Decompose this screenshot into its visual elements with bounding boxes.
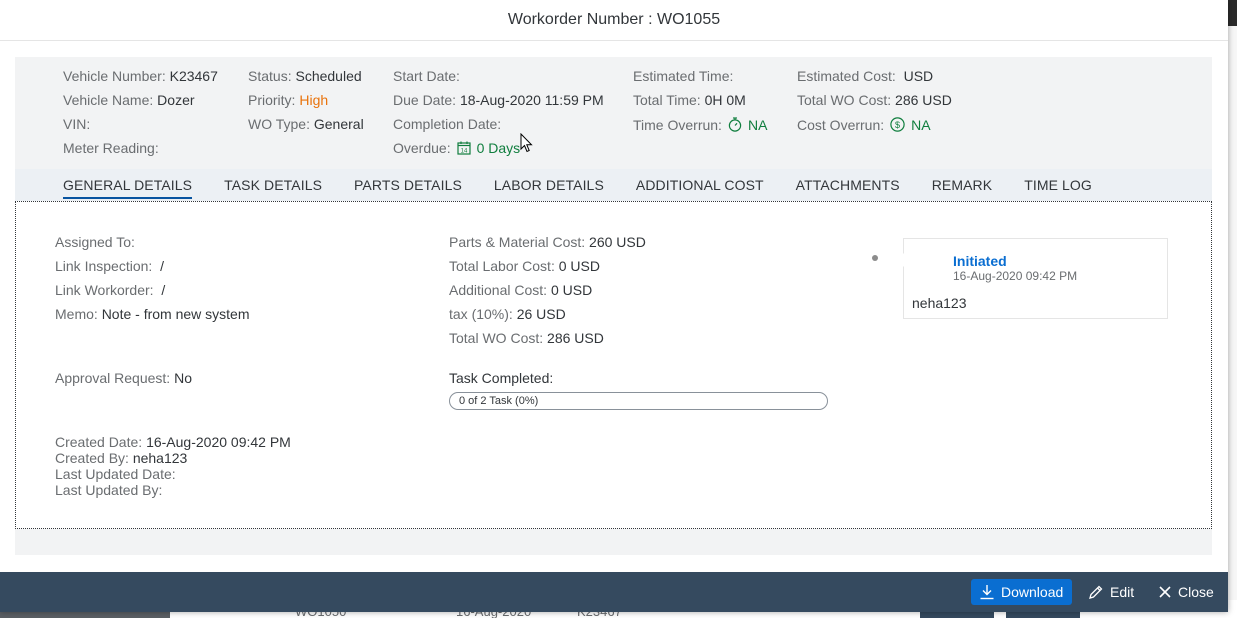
close-button-label: Close: [1178, 584, 1214, 600]
priority-value: High: [299, 92, 329, 108]
last-updated-by-field: Last Updated By:: [55, 482, 163, 498]
summary-column-status: Status: Scheduled Priority: High WO Type…: [248, 69, 364, 141]
tab-time-log[interactable]: TIME LOG: [1024, 169, 1092, 201]
task-progress-text: 0 of 2 Task (0%): [459, 395, 539, 407]
summary-completion-date: Completion Date:: [393, 116, 502, 132]
cost-overrun-value: NA: [911, 116, 931, 133]
summary-vehicle-number: Vehicle Number: K23467: [63, 68, 218, 84]
summary-column-vehicle: Vehicle Number: K23467 Vehicle Name: Doz…: [63, 69, 218, 165]
background-shell-bar: [1228, 0, 1237, 26]
summary-meter-reading: Meter Reading:: [63, 140, 159, 156]
summary-wo-type: WO Type: General: [248, 116, 364, 132]
timeline-entry-user: neha123: [912, 295, 967, 311]
summary-vehicle-name: Vehicle Name: Dozer: [63, 92, 195, 108]
dialog-title: Workorder Number : WO1055: [507, 11, 721, 28]
detail-tabs: GENERAL DETAILS TASK DETAILS PARTS DETAI…: [15, 169, 1212, 201]
mouse-cursor-icon: [520, 132, 533, 156]
memo-field: Memo: Note - from new system: [55, 306, 250, 322]
tab-parts-details[interactable]: PARTS DETAILS: [354, 169, 462, 201]
dialog-header: Workorder Number : WO1055: [0, 0, 1228, 41]
tax-field: tax (10%): 26 USD: [449, 306, 566, 322]
summary-total-time: Total Time: 0H 0M: [633, 92, 746, 108]
workorder-dialog: Workorder Number : WO1055 Vehicle Number…: [0, 0, 1228, 612]
task-progress-bar: 0 of 2 Task (0%): [449, 392, 828, 410]
link-inspection-field: Link Inspection: /: [55, 258, 164, 274]
calendar-icon: 14: [456, 141, 471, 155]
summary-vin: VIN:: [63, 116, 91, 132]
summary-overdue: Overdue: 14 0 Days: [393, 140, 521, 156]
tab-remark[interactable]: REMARK: [932, 169, 993, 201]
general-details-panel: Assigned To: Link Inspection: / Link Wor…: [15, 201, 1212, 529]
task-completed-label: Task Completed:: [449, 370, 554, 386]
summary-column-dates: Start Date: Due Date: 18-Aug-2020 11:59 …: [393, 69, 604, 165]
tab-additional-cost[interactable]: ADDITIONAL COST: [636, 169, 764, 201]
total-labor-cost-field: Total Labor Cost: 0 USD: [449, 258, 600, 274]
summary-estimated-time: Estimated Time:: [633, 68, 734, 84]
summary-total-wo-cost: Total WO Cost: 286 USD: [797, 92, 952, 108]
close-icon: [1158, 585, 1178, 599]
dialog-content: Vehicle Number: K23467 Vehicle Name: Doz…: [15, 57, 1212, 555]
timeline-entry-date: 16-Aug-2020 09:42 PM: [953, 269, 1078, 283]
created-by-field: Created By: neha123: [55, 450, 188, 466]
svg-text:$: $: [895, 120, 900, 130]
tab-general-details[interactable]: GENERAL DETAILS: [63, 169, 193, 201]
last-updated-date-field: Last Updated Date:: [55, 466, 176, 482]
svg-text:14: 14: [460, 149, 467, 155]
workorder-summary: Vehicle Number: K23467 Vehicle Name: Doz…: [15, 57, 1212, 169]
summary-cost-overrun: Cost Overrun: $ NA: [797, 116, 931, 133]
created-date-field: Created Date: 16-Aug-2020 09:42 PM: [55, 434, 291, 450]
timeline-dot: [872, 255, 878, 261]
parts-material-cost-field: Parts & Material Cost: 260 USD: [449, 234, 646, 250]
overdue-value: 0 Days: [476, 140, 521, 156]
download-button[interactable]: Download: [971, 579, 1072, 605]
time-overrun-value: NA: [747, 116, 768, 133]
background-page-edge: [1227, 0, 1237, 600]
summary-status: Status: Scheduled: [248, 68, 362, 84]
close-button[interactable]: Close: [1158, 579, 1214, 605]
summary-column-time: Estimated Time: Total Time: 0H 0M Time O…: [633, 69, 767, 141]
assigned-to-field: Assigned To:: [55, 234, 135, 250]
approval-request-field: Approval Request: No: [55, 370, 192, 386]
summary-estimated-cost: Estimated Cost: USD: [797, 68, 934, 84]
dialog-footer: Download Edit Close: [0, 572, 1228, 612]
summary-priority: Priority: High: [248, 92, 329, 108]
edit-button-label: Edit: [1110, 584, 1135, 600]
pencil-icon: [1088, 584, 1110, 600]
dollar-circle-icon: $: [890, 117, 905, 132]
additional-cost-field: Additional Cost: 0 USD: [449, 282, 593, 298]
total-wo-cost-field: Total WO Cost: 286 USD: [449, 330, 604, 346]
summary-column-cost: Estimated Cost: USD Total WO Cost: 286 U…: [797, 69, 952, 141]
summary-start-date: Start Date:: [393, 68, 460, 84]
tab-labor-details[interactable]: LABOR DETAILS: [494, 169, 604, 201]
stopwatch-icon: [728, 117, 742, 132]
edit-button[interactable]: Edit: [1088, 579, 1134, 605]
summary-due-date: Due Date: 18-Aug-2020 11:59 PM: [393, 92, 604, 108]
tab-attachments[interactable]: ATTACHMENTS: [796, 169, 900, 201]
link-workorder-field: Link Workorder: /: [55, 282, 166, 298]
timeline-entry: Initiated 16-Aug-2020 09:42 PM neha123: [897, 238, 1168, 319]
tab-task-details[interactable]: TASK DETAILS: [224, 169, 322, 201]
timeline-entry-title: Initiated: [953, 253, 1007, 269]
download-button-label: Download: [1001, 584, 1064, 600]
summary-time-overrun: Time Overrun: NA: [633, 116, 768, 133]
download-icon: [979, 584, 1001, 600]
